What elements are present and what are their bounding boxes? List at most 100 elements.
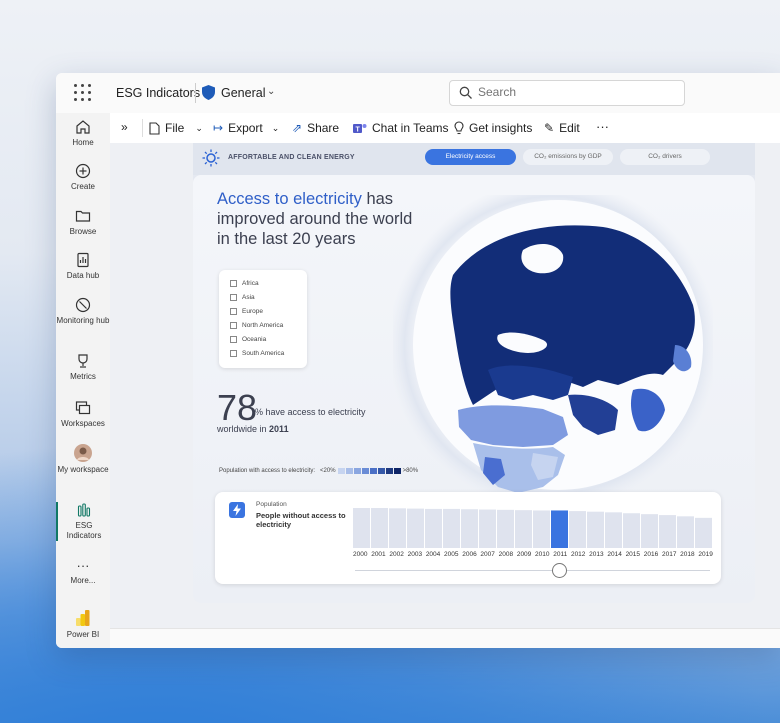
- bar-2005[interactable]: [443, 508, 460, 548]
- year-tick-2000[interactable]: 2000: [353, 551, 367, 558]
- tab-co2-drivers[interactable]: CO₂ drivers: [620, 149, 710, 165]
- file-button[interactable]: File ⌄: [149, 121, 203, 135]
- checkbox[interactable]: [230, 280, 237, 287]
- nav-item-esg-indicators[interactable]: ESG Indicators: [56, 502, 110, 541]
- app-launcher-icon[interactable]: [74, 84, 92, 102]
- get-insights-button[interactable]: Get insights: [454, 121, 532, 135]
- year-tick-2016[interactable]: 2016: [644, 551, 658, 558]
- bar-2018[interactable]: [677, 516, 694, 548]
- bar-2015[interactable]: [623, 513, 640, 548]
- chevron-down-icon[interactable]: ⌄: [267, 86, 275, 97]
- bar-2016[interactable]: [641, 514, 658, 548]
- year-tick-2009[interactable]: 2009: [517, 551, 531, 558]
- filter-option-africa[interactable]: Africa: [230, 280, 259, 287]
- nav-item-more[interactable]: ··· More...: [56, 559, 110, 586]
- export-icon: ↦: [213, 121, 224, 135]
- section-title: AFFORTABLE AND CLEAN ENERGY: [228, 154, 355, 161]
- year-slider-track[interactable]: [355, 570, 710, 571]
- bar-2017[interactable]: [659, 515, 676, 548]
- filter-label: Africa: [242, 280, 259, 287]
- year-tick-2014[interactable]: 2014: [607, 551, 621, 558]
- year-tick-2005[interactable]: 2005: [444, 551, 458, 558]
- checkbox[interactable]: [230, 322, 237, 329]
- bar-2003[interactable]: [407, 508, 424, 548]
- bar-2007[interactable]: [479, 509, 496, 548]
- bar-2012[interactable]: [569, 511, 586, 548]
- year-tick-2018[interactable]: 2018: [680, 551, 694, 558]
- nav-label: Browse: [69, 227, 97, 236]
- bar-2014[interactable]: [605, 512, 622, 548]
- nav-item-my-workspace[interactable]: My workspace: [56, 444, 110, 475]
- year-tick-2004[interactable]: 2004: [426, 551, 440, 558]
- share-button[interactable]: ⇗ Share: [292, 121, 339, 135]
- home-icon: [76, 120, 90, 134]
- nav-item-browse[interactable]: Browse: [56, 208, 110, 237]
- filter-option-north-america[interactable]: North America: [230, 322, 283, 329]
- app-title[interactable]: ESG Indicators: [116, 86, 200, 100]
- kpi-text: % have access to electricity: [255, 407, 366, 417]
- tab-co2-emissions[interactable]: CO₂ emissions by GDP: [523, 149, 613, 165]
- year-tick-2011[interactable]: 2011: [553, 551, 567, 558]
- search-icon: [459, 86, 472, 99]
- search-input[interactable]: [478, 85, 668, 99]
- year-tick-2002[interactable]: 2002: [389, 551, 403, 558]
- bar-2013[interactable]: [587, 511, 604, 548]
- edit-button[interactable]: ✎ Edit: [544, 121, 580, 135]
- bar-2006[interactable]: [461, 509, 478, 548]
- year-tick-2007[interactable]: 2007: [480, 551, 494, 558]
- checkbox[interactable]: [230, 350, 237, 357]
- year-tick-2003[interactable]: 2003: [408, 551, 422, 558]
- bar-2004[interactable]: [425, 508, 442, 548]
- more-options-button[interactable]: ···: [596, 119, 609, 134]
- year-tick-2012[interactable]: 2012: [571, 551, 585, 558]
- checkbox[interactable]: [230, 294, 237, 301]
- year-tick-2008[interactable]: 2008: [499, 551, 513, 558]
- lightning-icon: [229, 502, 245, 518]
- filter-option-south-america[interactable]: South America: [230, 350, 284, 357]
- expand-icon[interactable]: »: [121, 120, 128, 134]
- search-box[interactable]: [449, 80, 685, 106]
- checkbox[interactable]: [230, 336, 237, 343]
- nav-label: ESG Indicators: [66, 521, 102, 540]
- nav-item-monitoring-hub[interactable]: Monitoring hub: [56, 297, 110, 326]
- bar-2019[interactable]: [695, 517, 712, 548]
- checkbox[interactable]: [230, 308, 237, 315]
- year-axis: 2000 2001 2002 2003 2004 2005 2006 2007 2008 2009…: [353, 551, 713, 558]
- nav-item-home[interactable]: Home: [56, 119, 110, 148]
- bar-2011[interactable]: [551, 510, 568, 548]
- nav-item-workspaces[interactable]: Workspaces: [56, 400, 110, 429]
- nav-item-data-hub[interactable]: Data hub: [56, 252, 110, 281]
- bar-2008[interactable]: [497, 509, 514, 548]
- workspace-label[interactable]: General: [221, 86, 265, 100]
- year-tick-2001[interactable]: 2001: [371, 551, 385, 558]
- filter-option-europe[interactable]: Europe: [230, 308, 263, 315]
- bar-2002[interactable]: [389, 508, 406, 548]
- bar-2010[interactable]: [533, 510, 550, 548]
- filter-option-oceania[interactable]: Oceania: [230, 336, 266, 343]
- tab-electricity-access[interactable]: Electricity access: [425, 149, 516, 165]
- filter-option-asia[interactable]: Asia: [230, 294, 255, 301]
- export-button[interactable]: ↦ Export ⌄: [213, 121, 279, 135]
- bar-chart[interactable]: [353, 504, 713, 548]
- year-tick-2006[interactable]: 2006: [462, 551, 476, 558]
- world-map-globe[interactable]: [393, 195, 713, 500]
- legend-swatch: [369, 468, 377, 474]
- year-tick-2010[interactable]: 2010: [535, 551, 549, 558]
- avatar: [74, 444, 92, 462]
- bar-2001[interactable]: [371, 508, 388, 548]
- nav-item-power-bi[interactable]: Power BI: [56, 609, 110, 640]
- legend-label: Population with access to electricity:: [219, 468, 316, 474]
- bar-2000[interactable]: [353, 508, 370, 548]
- year-tick-2013[interactable]: 2013: [589, 551, 603, 558]
- year-slider-handle[interactable]: [552, 563, 567, 578]
- chat-in-teams-button[interactable]: T Chat in Teams: [353, 121, 448, 135]
- year-tick-2019[interactable]: 2019: [698, 551, 712, 558]
- bar-2009[interactable]: [515, 510, 532, 548]
- export-label: Export: [228, 121, 263, 135]
- nav-item-metrics[interactable]: Metrics: [56, 353, 110, 382]
- nav-item-create[interactable]: Create: [56, 163, 110, 192]
- insights-label: Get insights: [469, 121, 533, 135]
- year-tick-2015[interactable]: 2015: [626, 551, 640, 558]
- year-tick-2017[interactable]: 2017: [662, 551, 676, 558]
- nav-label: Data hub: [66, 271, 100, 280]
